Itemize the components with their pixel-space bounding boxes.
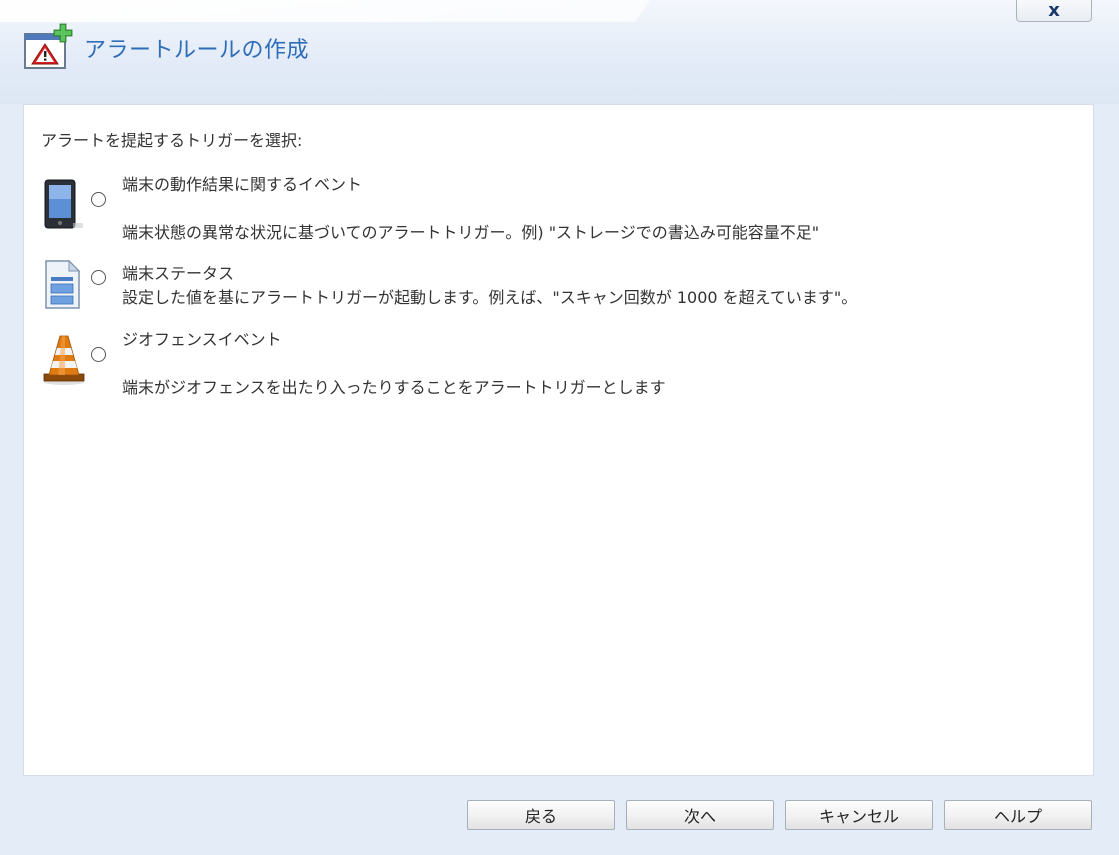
traffic-cone-icon: [43, 335, 85, 385]
radio-device-status[interactable]: [91, 270, 106, 285]
next-button[interactable]: 次へ: [626, 800, 774, 830]
option-title: ジオフェンスイベント: [122, 330, 282, 349]
cancel-button[interactable]: キャンセル: [785, 800, 933, 830]
create-alert-rule-dialog: アラートルールの作成 x アラートを提起するトリガーを選択: 端末の動作結果に関…: [0, 0, 1119, 855]
radio-geofence-event[interactable]: [91, 347, 106, 362]
option-description: 設定した値を基にアラートトリガーが起動します。例えば、"スキャン回数が 1000…: [122, 288, 858, 307]
dialog-title: アラートルールの作成: [84, 38, 310, 63]
option-description: 端末がジオフェンスを出たり入ったりすることをアラートトリガーとします: [122, 378, 666, 397]
mobile-device-icon: [44, 179, 83, 229]
header-highlight: [0, 0, 650, 22]
back-button[interactable]: 戻る: [467, 800, 615, 830]
option-title: 端末ステータス: [122, 264, 235, 283]
document-status-icon: [45, 260, 81, 309]
option-description: 端末状態の異常な状況に基づいてのアラートトリガー。例) "ストレージでの書込み可…: [122, 223, 820, 242]
alert-add-icon: [24, 23, 73, 69]
close-icon: x: [1048, 0, 1060, 21]
dialog-header: アラートルールの作成: [0, 0, 1119, 104]
close-button[interactable]: x: [1016, 0, 1092, 22]
trigger-prompt: アラートを提起するトリガーを選択:: [41, 131, 303, 150]
radio-device-action-event[interactable]: [91, 192, 106, 207]
option-title: 端末の動作結果に関するイベント: [122, 175, 363, 194]
content-panel: アラートを提起するトリガーを選択: 端末の動作結果に関するイベント 端末状態の異…: [23, 104, 1094, 776]
help-button[interactable]: ヘルプ: [944, 800, 1092, 830]
